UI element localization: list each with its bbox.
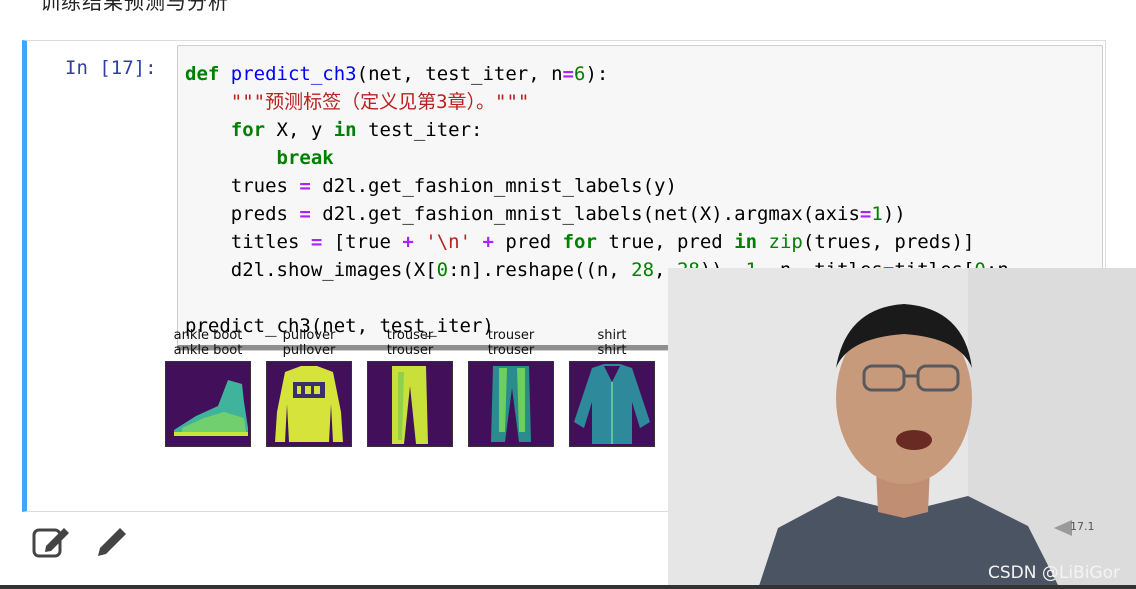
bottom-bar <box>0 585 1136 589</box>
partial-icon[interactable] <box>0 524 6 565</box>
pencil-icon[interactable] <box>94 524 130 565</box>
code-line-1: def predict_ch3(net, test_iter, n=6): <box>185 63 609 85</box>
true-label: shirt <box>597 328 627 343</box>
shirt-image <box>569 361 655 447</box>
output-item: ankle boot ankle boot <box>165 328 251 447</box>
true-label: trouser <box>487 328 535 343</box>
trouser-image <box>468 361 554 447</box>
output-item: pullover pullover <box>266 328 352 447</box>
code-line-3: for X, y in test_iter: <box>230 119 483 141</box>
watermark: CSDN @LiBiGor <box>987 563 1120 583</box>
presenter-image <box>668 268 1136 589</box>
pullover-image <box>266 361 352 447</box>
output-item: trouser trouser <box>367 328 453 447</box>
code-line-5: trues = d2l.get_fashion_mnist_labels(y) <box>185 175 677 197</box>
output-item: shirt shirt <box>569 328 655 447</box>
ankle-boot-image <box>165 361 251 447</box>
trouser-image <box>367 361 453 447</box>
code-line-6: preds = d2l.get_fashion_mnist_labels(net… <box>185 203 906 225</box>
code-line-4: break <box>276 147 334 169</box>
pred-label: ankle boot <box>173 343 243 358</box>
output-item: trouser trouser <box>468 328 554 447</box>
code-line-2: """预测标签（定义见第3章）。""" <box>230 91 530 113</box>
pred-label: trouser <box>386 343 434 358</box>
true-label: ankle boot <box>173 328 243 343</box>
cell-prompt: In [17]: <box>65 57 157 79</box>
pred-label: trouser <box>487 343 535 358</box>
edit-icon[interactable] <box>32 524 72 565</box>
true-label: pullover <box>282 328 336 343</box>
pred-label: shirt <box>597 343 627 358</box>
pred-label: pullover <box>282 343 336 358</box>
slide-number: 17.1 <box>1070 520 1095 533</box>
true-label: trouser <box>386 328 434 343</box>
header-partial-text: 训练结果预测与分析 <box>40 0 229 14</box>
presenter-video: 17.1 CSDN @LiBiGor <box>668 268 1136 589</box>
code-line-7: titles = [true + '\n' + pred for true, p… <box>185 231 975 253</box>
